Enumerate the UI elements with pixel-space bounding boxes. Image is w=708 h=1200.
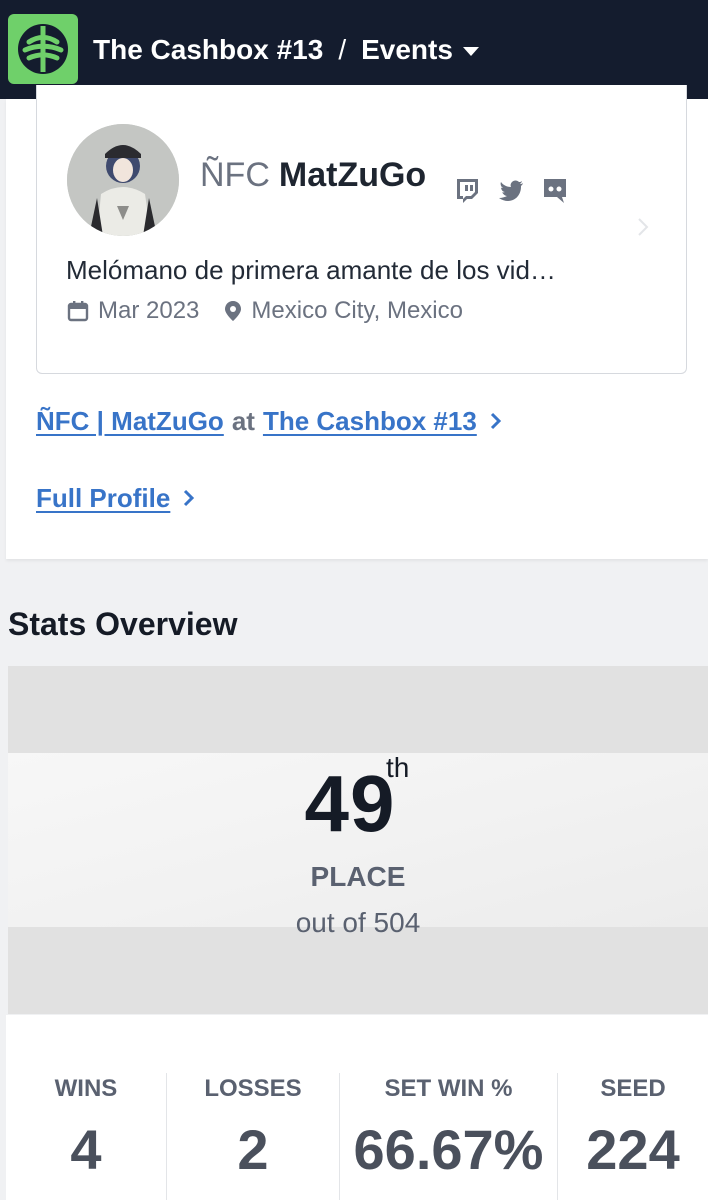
stat-losses: LOSSES 2 — [166, 1073, 339, 1200]
stat-label: WINS — [54, 1075, 118, 1102]
entrant-event-link[interactable]: ÑFC | MatZuGo at The Cashbox #13 — [36, 404, 503, 438]
placement-label: PLACE — [310, 861, 406, 892]
location-pin-icon — [225, 301, 242, 321]
stat-label: SEED — [600, 1075, 666, 1102]
stat-value: 4 — [70, 1118, 102, 1181]
placement-value: 49 — [304, 759, 396, 848]
stats-row: WINS 4 LOSSES 2 SET WIN % 66.67% SEED 22… — [6, 1015, 708, 1200]
placement-out-of: out of 504 — [295, 907, 421, 938]
social-links — [452, 174, 570, 206]
stats-overview-heading: Stats Overview — [8, 606, 238, 642]
breadcrumb-separator: / — [338, 34, 347, 65]
player-name[interactable]: ÑFC MatZuGo — [200, 156, 426, 196]
stat-set-win-percent: SET WIN % 66.67% — [339, 1073, 557, 1200]
at-text: at — [231, 405, 255, 436]
player-meta: Mar 2023 Mexico City, Mexico — [66, 296, 463, 326]
startgg-logo-icon[interactable] — [8, 14, 78, 84]
stat-seed: SEED 224 — [557, 1073, 708, 1200]
event-name-link[interactable]: The Cashbox #13 — [263, 406, 477, 437]
full-profile-link[interactable]: Full Profile — [36, 481, 196, 515]
gamer-tag: MatZuGo — [278, 156, 427, 194]
chevron-right-icon[interactable] — [182, 488, 196, 508]
entrant-name-link[interactable]: ÑFC | MatZuGo — [36, 406, 224, 437]
twitter-icon[interactable] — [496, 175, 526, 205]
breadcrumb-events-dropdown[interactable]: Events — [361, 34, 453, 66]
stat-wins: WINS 4 — [6, 1073, 166, 1200]
breadcrumb: The Cashbox #13 / Events — [93, 30, 479, 70]
chevron-right-icon[interactable] — [636, 216, 650, 238]
player-bio: Melómano de primera amante de los vid… — [66, 255, 556, 285]
stat-label: SET WIN % — [384, 1075, 513, 1102]
placement-ordinal: th — [386, 752, 410, 783]
location-text: Mexico City, Mexico — [251, 297, 463, 324]
stat-value: 66.67% — [353, 1118, 544, 1181]
joined-date: Mar 2023 — [98, 297, 200, 324]
discord-icon[interactable] — [540, 175, 570, 205]
stat-value: 2 — [237, 1118, 269, 1181]
breadcrumb-tournament[interactable]: The Cashbox #13 — [93, 34, 323, 66]
avatar[interactable] — [67, 124, 179, 236]
calendar-icon — [67, 301, 89, 322]
caret-down-icon[interactable] — [462, 46, 479, 56]
sponsor-prefix: ÑFC — [200, 156, 270, 194]
full-profile-label[interactable]: Full Profile — [36, 483, 170, 514]
location: Mexico City, Mexico — [223, 297, 463, 325]
placement-number: 49 th — [0, 752, 700, 850]
chevron-right-icon[interactable] — [489, 411, 503, 431]
stat-value: 224 — [586, 1118, 680, 1181]
twitch-icon[interactable] — [452, 175, 482, 205]
stat-label: LOSSES — [204, 1075, 302, 1102]
